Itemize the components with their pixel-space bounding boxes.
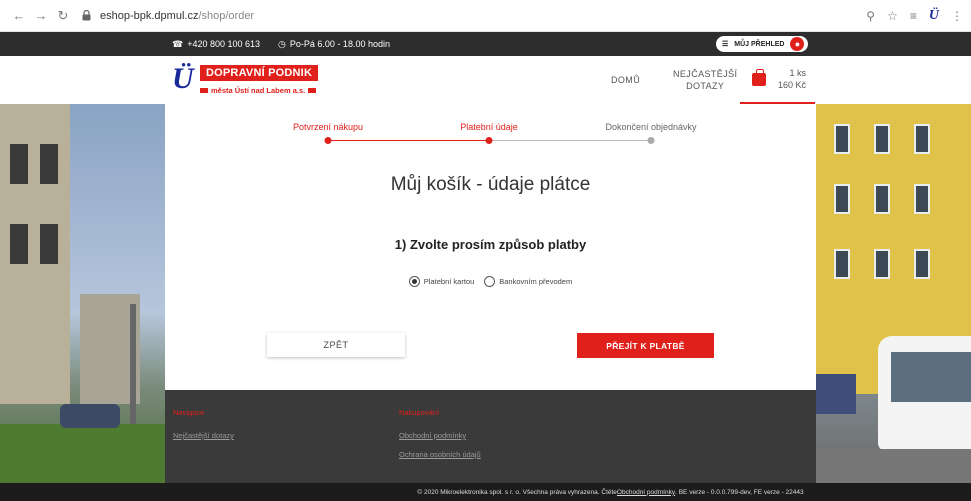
cart-quantity: 1 ks [789,68,807,78]
site-footer: Navigace Nejčastější dotazy Nakupování O… [165,390,816,483]
payment-option-transfer[interactable]: Bankovním převodem [484,276,572,287]
forward-arrow-icon[interactable]: → [32,7,50,25]
nav-faq[interactable]: NEJČASTĚJŠÍ DOTAZY [673,56,737,104]
logo-subtitle-row: města Ústí nad Labem a.s. [200,86,317,95]
clock-icon: ◷ [278,38,286,49]
opening-hours: Po-Pá 6.00 - 18.00 hodin [289,39,390,49]
page: ← → ↻ eshop-bpk.dpmul.cz/shop/order ⚲ ☆ … [0,0,971,501]
copyright-terms-link[interactable]: Obchodní podmínky [617,489,675,496]
phone-item: ☎ +420 800 100 613 [172,39,260,50]
phone-number: +420 800 100 613 [187,39,261,49]
company-logo[interactable]: Ü DOPRAVNÍ PODNIK města Ústí nad Labem a… [172,62,322,100]
back-arrow-icon[interactable]: ← [10,7,28,25]
my-overview-button[interactable]: ☰ MŮJ PŘEHLED ● [716,36,809,52]
logo-bar-right [308,88,317,93]
payment-option-transfer-label: Bankovním převodem [499,277,573,286]
radio-card[interactable] [408,276,420,287]
reading-list-icon[interactable]: ≡ [910,9,917,23]
url-path: /shop/order [198,9,255,22]
logo-mark-icon: Ü [172,62,194,95]
radio-transfer[interactable] [484,276,496,287]
payment-method-options: Platební kartou Bankovním převodem [165,276,816,287]
footer-shop-column: Nakupování Obchodní podmínky Ochrana oso… [399,408,481,469]
step-line-todo [489,140,651,141]
lock-icon [82,10,94,22]
footer-link-privacy[interactable]: Ochrana osobních údajů [399,450,481,459]
copyright-bar: © 2020 Mikroelektronika spol. s r. o. Vš… [0,483,971,501]
copyright-prefix: © 2020 Mikroelektronika spol. s r. o. Vš… [417,488,617,496]
step-dot-3 [647,137,655,144]
footer-nav-heading: Navigace [173,408,205,417]
logo-subtitle: města Ústí nad Labem a.s. [211,86,306,95]
hours-item: ◷ Po-Pá 6.00 - 18.00 hodin [278,39,390,50]
step-dot-1 [324,137,332,144]
extension-icon[interactable]: Ü [929,8,939,24]
cart-info: 1 ks 160 Kč [778,67,806,91]
payment-option-card-label: Platební kartou [423,277,475,286]
payment-method-heading: 1) Zvolte prosím způsob platby [394,237,587,252]
reload-icon[interactable]: ↻ [54,7,72,25]
cart-price: 160 Kč [778,80,807,90]
menu-dots-icon[interactable]: ⋮ [951,9,963,23]
step-line-done [328,140,489,141]
user-icon: ● [790,37,805,51]
street-photo-right [816,104,971,483]
cart-summary[interactable]: 1 ks 160 Kč [740,56,815,104]
proceed-to-payment-button[interactable]: PŘEJÍT K PLATBĚ [577,333,714,358]
step-label-3: Dokončení objednávky [605,122,697,132]
copyright-suffix: . BE verze - 0.0.0.799-dev, FE verze - 2… [675,488,804,496]
logo-bar-left [200,88,208,93]
page-title: Můj košík - údaje plátce [390,174,591,195]
site-header: Ü DOPRAVNÍ PODNIK města Ústí nad Labem a… [0,56,971,104]
logo-title: DOPRAVNÍ PODNIK [200,65,319,81]
footer-shop-heading: Nakupování [399,408,440,417]
my-overview-label: MŮJ PŘEHLED [734,40,785,48]
star-icon[interactable]: ☆ [887,9,898,23]
checkout-card: Potvrzení nákupu Platební údaje Dokončen… [165,104,816,390]
step-label-1[interactable]: Potvrzení nákupu [293,122,363,132]
checkout-steps: Potvrzení nákupu Platební údaje Dokončen… [165,104,816,154]
nav-home[interactable]: DOMŮ [611,56,640,104]
shopping-bag-icon [752,68,766,86]
browser-actions: ⚲ ☆ ≡ Ü ⋮ [866,0,963,32]
zoom-icon[interactable]: ⚲ [866,9,875,23]
list-icon: ☰ [722,41,729,48]
url-host: eshop-bpk.dpmul.cz [100,9,199,22]
step-label-2: Platební údaje [460,122,518,132]
step-dot-2 [485,137,493,144]
contact-bar: ☎ +420 800 100 613 ◷ Po-Pá 6.00 - 18.00 … [0,32,971,56]
footer-link-faq[interactable]: Nejčastější dotazy [173,431,234,440]
street-photo-left [0,104,165,483]
phone-icon: ☎ [172,38,184,49]
browser-toolbar: ← → ↻ eshop-bpk.dpmul.cz/shop/order ⚲ ☆ … [0,0,971,32]
address-bar[interactable]: eshop-bpk.dpmul.cz/shop/order [82,10,254,22]
contact-info: ☎ +420 800 100 613 ◷ Po-Pá 6.00 - 18.00 … [172,32,390,56]
footer-link-terms[interactable]: Obchodní podmínky [399,431,481,440]
payment-option-card[interactable]: Platební kartou [408,276,475,287]
back-button[interactable]: ZPĚT [267,333,405,357]
footer-nav-column: Navigace Nejčastější dotazy [173,408,234,450]
